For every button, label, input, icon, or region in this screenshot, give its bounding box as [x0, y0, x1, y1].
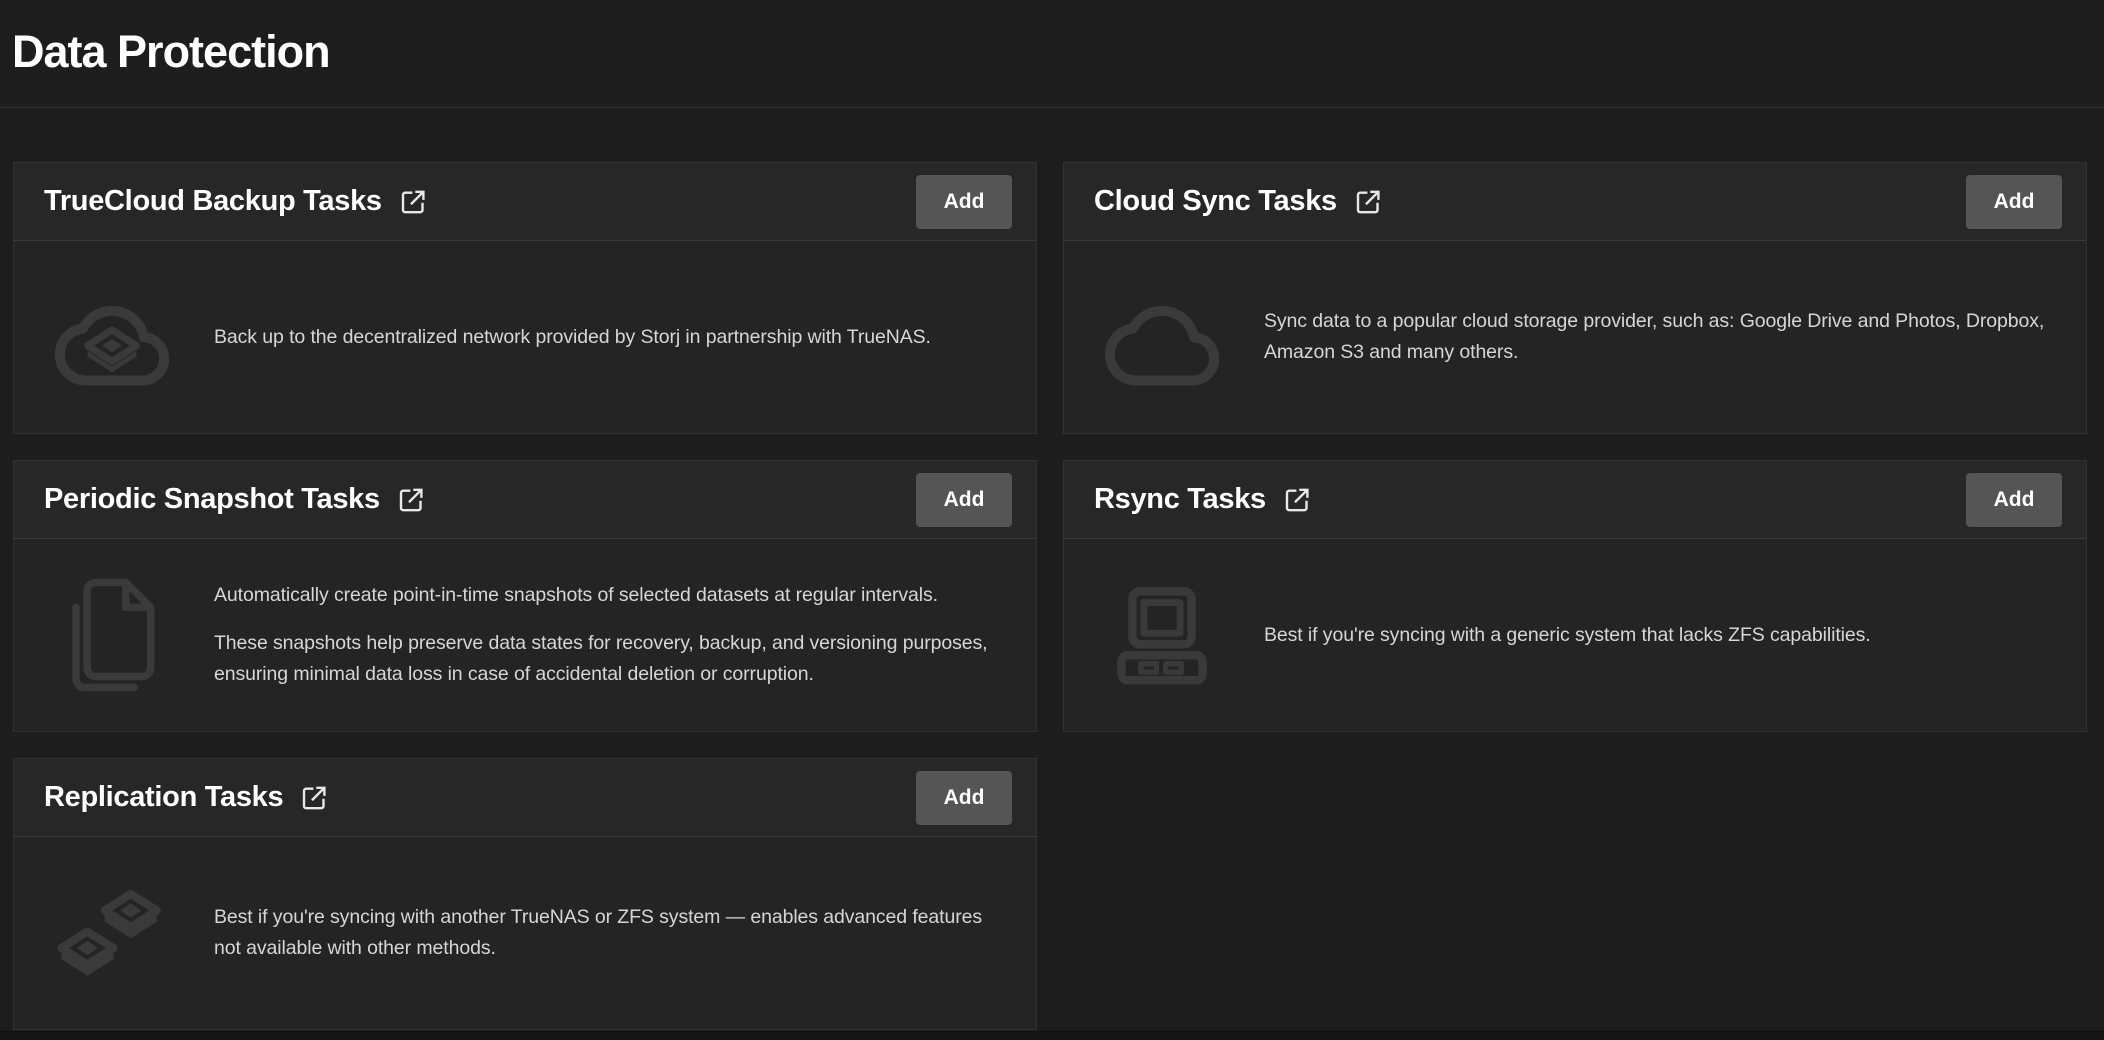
card-cloud-sync: Cloud Sync Tasks Add Sync data to a popu… — [1063, 162, 2087, 434]
card-rsync: Rsync Tasks Add — [1063, 460, 2087, 732]
card-title: Cloud Sync Tasks — [1094, 185, 1337, 218]
add-button[interactable]: Add — [1966, 175, 2062, 229]
card-body: Automatically create point-in-time snaps… — [14, 539, 1036, 731]
card-icon-area — [46, 572, 178, 698]
computer-icon — [1109, 585, 1215, 685]
add-button[interactable]: Add — [1966, 473, 2062, 527]
card-header: TrueCloud Backup Tasks Add — [14, 163, 1036, 241]
replication-boxes-icon — [54, 881, 170, 985]
card-title: TrueCloud Backup Tasks — [44, 185, 382, 218]
storj-cloud-icon — [53, 287, 171, 387]
card-truecloud-backup: TrueCloud Backup Tasks Add — [13, 162, 1037, 434]
card-title-group: Rsync Tasks — [1094, 483, 1312, 516]
card-title: Rsync Tasks — [1094, 483, 1266, 516]
cloud-icon — [1103, 287, 1221, 387]
card-header: Replication Tasks Add — [14, 759, 1036, 837]
card-description-block: Best if you're syncing with a generic sy… — [1264, 620, 1871, 651]
card-body: Sync data to a popular cloud storage pro… — [1064, 241, 2086, 433]
card-description-block: Back up to the decentralized network pro… — [214, 322, 931, 353]
external-link-icon[interactable] — [396, 485, 426, 515]
title-divider — [0, 107, 2104, 108]
card-title: Replication Tasks — [44, 781, 283, 814]
add-button[interactable]: Add — [916, 175, 1012, 229]
cards-grid: TrueCloud Backup Tasks Add — [13, 162, 2087, 1030]
card-description-block: Automatically create point-in-time snaps… — [214, 580, 1008, 690]
card-header: Rsync Tasks Add — [1064, 461, 2086, 539]
external-link-icon[interactable] — [1282, 485, 1312, 515]
card-icon-area — [46, 881, 178, 985]
card-description: These snapshots help preserve data state… — [214, 628, 1008, 690]
card-body: Best if you're syncing with another True… — [14, 837, 1036, 1029]
card-description: Best if you're syncing with a generic sy… — [1264, 620, 1871, 651]
external-link-icon[interactable] — [1353, 187, 1383, 217]
card-icon-area — [1096, 585, 1228, 685]
card-description: Back up to the decentralized network pro… — [214, 322, 931, 353]
card-periodic-snapshot: Periodic Snapshot Tasks Add — [13, 460, 1037, 732]
card-title-group: Periodic Snapshot Tasks — [44, 483, 426, 516]
card-description: Sync data to a popular cloud storage pro… — [1264, 306, 2058, 368]
card-title-group: Cloud Sync Tasks — [1094, 185, 1383, 218]
card-icon-area — [46, 287, 178, 387]
card-replication: Replication Tasks Add — [13, 758, 1037, 1030]
card-body: Best if you're syncing with a generic sy… — [1064, 539, 2086, 731]
page-title: Data Protection — [12, 20, 2104, 83]
add-button[interactable]: Add — [916, 771, 1012, 825]
card-description: Automatically create point-in-time snaps… — [214, 580, 1008, 611]
viewport-bottom-edge — [0, 1031, 2104, 1040]
card-header: Periodic Snapshot Tasks Add — [14, 461, 1036, 539]
add-button[interactable]: Add — [916, 473, 1012, 527]
card-title-group: Replication Tasks — [44, 781, 329, 814]
external-link-icon[interactable] — [299, 783, 329, 813]
card-description-block: Best if you're syncing with another True… — [214, 902, 1008, 964]
external-link-icon[interactable] — [398, 187, 428, 217]
card-header: Cloud Sync Tasks Add — [1064, 163, 2086, 241]
card-body: Back up to the decentralized network pro… — [14, 241, 1036, 433]
page-header: Data Protection — [0, 0, 2104, 83]
card-title: Periodic Snapshot Tasks — [44, 483, 380, 516]
card-title-group: TrueCloud Backup Tasks — [44, 185, 428, 218]
card-description: Best if you're syncing with another True… — [214, 902, 1008, 964]
card-icon-area — [1096, 287, 1228, 387]
snapshot-documents-icon — [65, 572, 159, 698]
card-description-block: Sync data to a popular cloud storage pro… — [1264, 306, 2058, 368]
